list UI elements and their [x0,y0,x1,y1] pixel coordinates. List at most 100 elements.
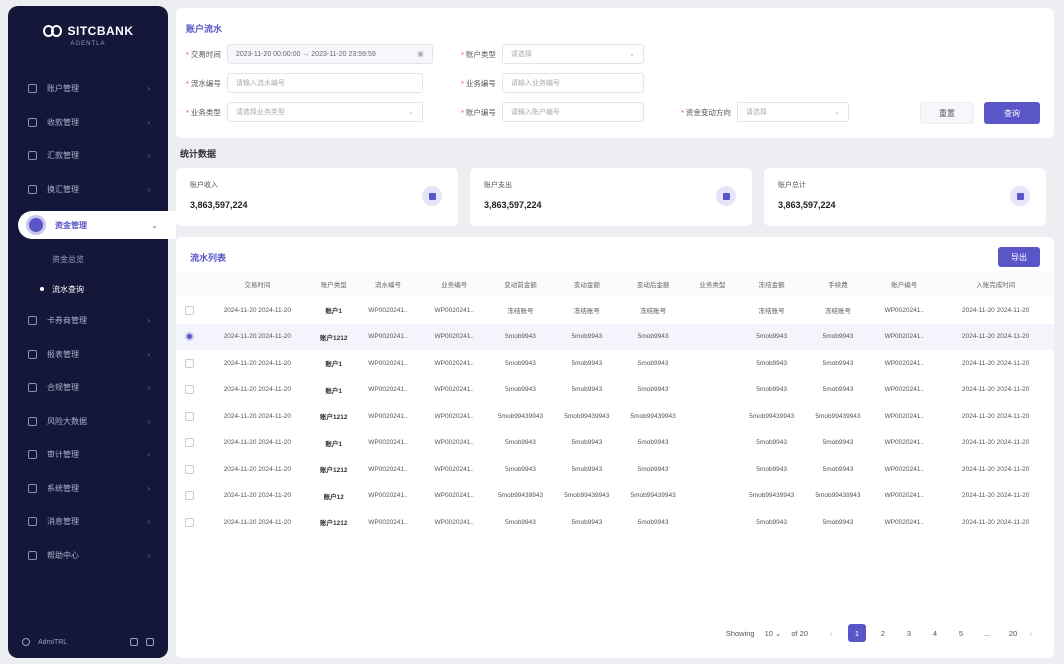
account-number-input[interactable]: 请输入账户编号 [501,102,644,122]
user-icon [22,638,30,646]
business-type-select[interactable]: 请选择业务类型 ⌄ [226,102,423,122]
column-header[interactable]: 业务编号 [421,271,488,297]
time-range-value: 2023-11-20 00:00:00 → 2023-11-20 23:59:5… [235,50,376,58]
sidebar-item-after-5[interactable]: 系统管理 › [8,472,168,506]
sidebar-item-0[interactable]: 账户管理 › [8,72,168,106]
column-header[interactable]: 变动金额 [553,271,620,297]
sidebar-item-after-1[interactable]: 报表管理 › [8,338,168,372]
page-size-select[interactable]: 10 ⌄ [765,629,782,638]
account-type-select[interactable]: 请选择 ⌄ [501,44,644,64]
time-range-picker[interactable]: 2023-11-20 00:00:00 → 2023-11-20 23:59:5… [226,44,433,64]
column-header[interactable]: 流水编号 [354,271,422,297]
chevron-icon: › [147,184,150,194]
sidebar-item-after-2[interactable]: 合规管理 › [8,371,168,405]
business-number-input[interactable]: 请输入业务编号 [501,73,644,93]
table-row[interactable]: 2024-11-20 2024-11-20 账户1212 WP0020241.. WP… [176,403,1054,430]
column-header[interactable]: 账户编号 [871,271,938,297]
page-button[interactable]: 4 [926,624,944,642]
row-checkbox[interactable] [184,411,194,421]
sidebar-item-label: 帮助中心 [47,550,79,560]
sidebar-item-after-0[interactable]: 卡券商管理 › [8,304,168,338]
export-button[interactable]: 导出 [998,247,1040,267]
table-row[interactable]: 2024-11-20 2024-11-20 账户1212 WP0020241.. WP… [176,509,1054,536]
table-row[interactable]: 2024-11-20 2024-11-20 账户1 WP0020241.. WP002… [176,297,1054,324]
table-cell: 2024-11-20 2024-11-20 [962,492,1030,500]
table-cell: 账户12 [323,493,344,501]
settings-icon[interactable] [130,638,138,646]
row-checkbox[interactable] [184,305,194,315]
sidebar-item-1[interactable]: 收款管理 › [8,106,168,140]
brand-logo[interactable]: SITCBANK AGENTLA [8,24,168,47]
table-cell: WP0020241.. [884,492,924,500]
table-row[interactable]: 2024-11-20 2024-11-20 账户1 WP0020241.. WP002… [176,377,1054,404]
table-cell: 5mob99439943 [630,412,676,420]
column-header[interactable]: 变动后金额 [619,271,687,297]
table-cell: 账户1 [325,387,343,395]
page-button[interactable]: 5 [952,624,970,642]
nav-icon [28,416,37,426]
sidebar-item-4[interactable]: 资金管理 ⌄ [18,211,176,239]
table-cell [686,350,738,377]
header-checkbox-cell [176,271,203,297]
table-row[interactable]: 2024-11-20 2024-11-20 账户1 WP0020241.. WP002… [176,430,1054,457]
flow-number-input[interactable]: 请输入流水编号 [226,73,423,93]
table-cell: WP0020241.. [368,386,408,394]
sidebar-item-2[interactable]: 汇款管理 › [8,139,168,173]
reset-button[interactable]: 重置 [920,102,974,124]
page-button[interactable]: 2 [874,624,892,642]
prev-page-icon[interactable]: ‹ [822,629,840,638]
sidebar-item-after-4[interactable]: 审计管理 › [8,438,168,472]
nav-icon [28,550,37,560]
row-checkbox[interactable] [184,358,194,368]
sidebar-item-after-6[interactable]: 消息管理 › [8,505,168,539]
sidebar-item-3[interactable]: 换汇管理 › [8,173,168,207]
table-panel: 流水列表 导出 交易时间 账户类型 流水编号 业务编号 变动前金额 变动金额 变动后金额 业务… [176,237,1054,658]
sidebar-item-after-3[interactable]: 风险大数据 › [8,405,168,439]
logout-icon[interactable] [146,638,154,646]
column-header[interactable]: 变动前金额 [487,271,554,297]
row-checkbox[interactable] [184,491,194,501]
column-header[interactable]: 手续费 [804,271,872,297]
table-row[interactable]: 2024-11-20 2024-11-20 账户1212 WP0020241.. WP… [176,323,1054,350]
table-row[interactable]: 2024-11-20 2024-11-20 账户12 WP0020241.. WP00… [176,483,1054,510]
sidebar-subitem-0[interactable]: 资金总览 [8,244,168,274]
brand-tagline: AGENTLA [70,41,106,47]
column-header[interactable]: 交易时间 [202,271,313,297]
table-row[interactable]: 2024-11-20 2024-11-20 账户1212 WP0020241.. WP… [176,456,1054,483]
row-checkbox[interactable] [184,517,194,527]
table-cell: WP0020241.. [434,386,474,394]
query-button[interactable]: 查询 [984,102,1040,124]
sidebar-subitem-1[interactable]: 流水查询 [8,274,168,304]
acct-label: * 账户编号 [461,107,496,117]
direction-select[interactable]: 请选择 ⌄ [736,102,849,122]
row-checkbox[interactable] [184,464,194,474]
row-checkbox[interactable] [184,332,194,342]
row-checkbox[interactable] [184,438,194,448]
table-cell: WP0020241.. [434,359,474,367]
table-cell: 5mob9943 [756,518,788,526]
filter-panel: 账户流水 * 交易时间 2023-11-20 00:00:00 → 2023-11… [176,8,1054,138]
sidebar-item-after-7[interactable]: 帮助中心 › [8,539,168,573]
last-page-button[interactable]: 20 [1004,624,1022,642]
sidebar-item-label: 资金管理 [55,220,87,230]
table-cell: 5mob99439943 [564,492,610,500]
sidebar-item-label: 账户管理 [47,84,79,94]
table-cell: 账户1 [325,308,343,316]
column-header[interactable]: 入账完成时间 [937,271,1054,297]
row-checkbox-cell [176,350,202,377]
type-label: * 账户类型 [461,49,496,59]
row-checkbox-cell [176,456,202,483]
brand-name: SITCBANK [67,24,134,38]
column-header[interactable]: 冻结金额 [738,271,805,297]
stat-label: 账户收入 [190,182,218,189]
row-checkbox[interactable] [184,385,194,395]
page-button[interactable]: 1 [848,624,866,642]
footer-user-name[interactable]: AdmiTRL [38,639,67,646]
page-button[interactable]: 3 [900,624,918,642]
next-page-icon[interactable]: › [1022,629,1040,638]
table-cell: 5mob9943 [822,386,854,394]
table-row[interactable]: 2024-11-20 2024-11-20 账户1 WP0020241.. WP002… [176,350,1054,377]
column-header[interactable]: 业务类型 [686,271,739,297]
table-cell: WP0020241.. [434,439,474,447]
column-header[interactable]: 账户类型 [312,271,355,297]
